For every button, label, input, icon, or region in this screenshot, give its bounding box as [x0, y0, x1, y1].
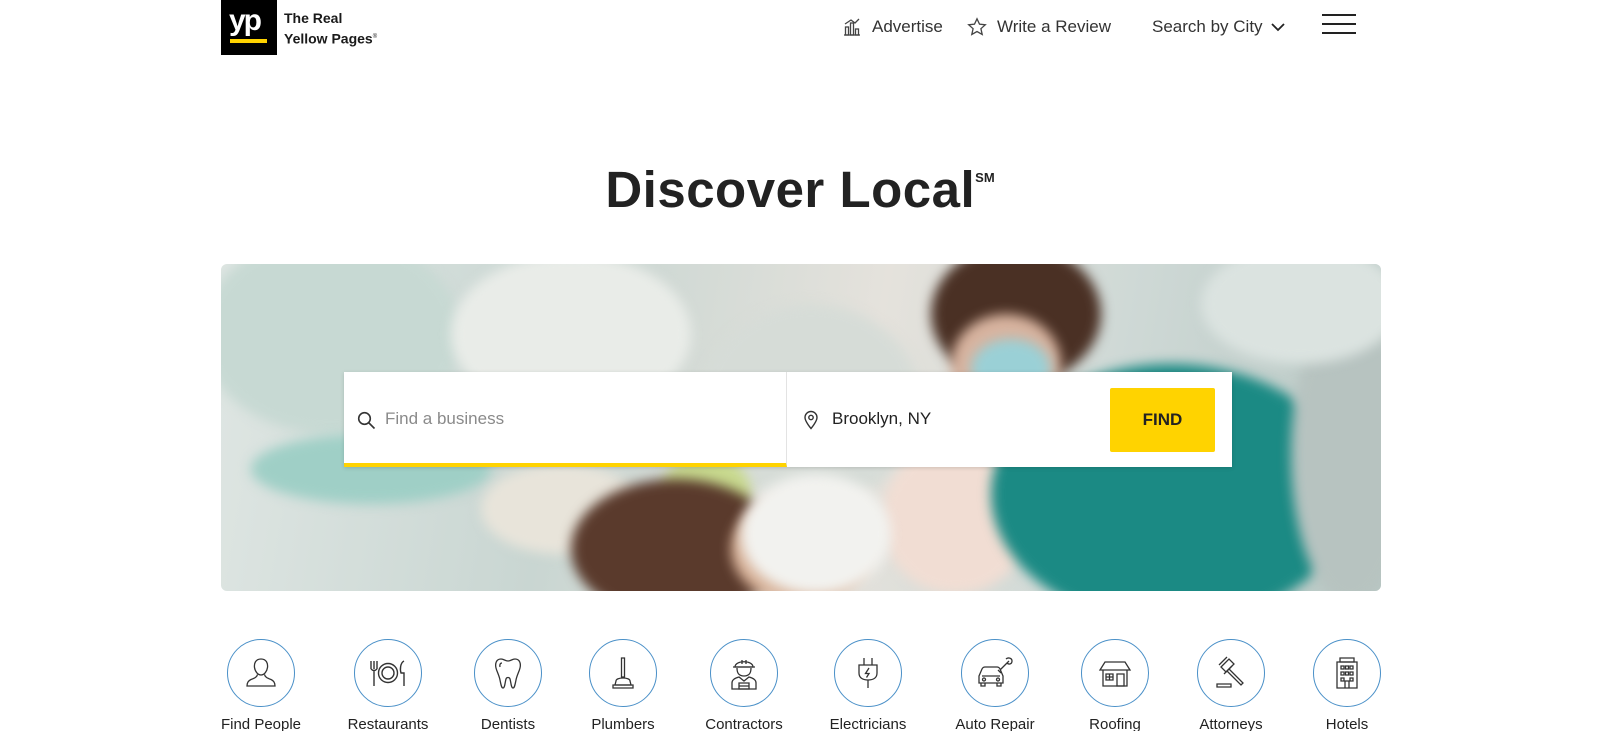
house-roof-icon — [1098, 661, 1132, 687]
brand-name[interactable]: The Real Yellow Pages® — [284, 9, 377, 49]
category-contractors[interactable]: Contractors — [689, 639, 799, 731]
worker-hardhat-icon — [731, 660, 757, 690]
star-icon — [967, 17, 987, 36]
category-label: Hotels — [1325, 716, 1369, 731]
hamburger-menu-icon[interactable] — [1322, 14, 1356, 36]
person-icon — [246, 658, 276, 687]
location-input[interactable] — [832, 402, 1102, 436]
category-electricians[interactable]: Electricians — [813, 639, 923, 731]
plunger-icon — [612, 657, 634, 689]
service-mark: SM — [975, 170, 995, 185]
tooth-icon — [495, 658, 521, 689]
plug-icon — [858, 658, 878, 688]
category-roofing[interactable]: Roofing — [1060, 639, 1170, 731]
category-label: Restaurants — [347, 716, 429, 731]
category-plumbers[interactable]: Plumbers — [568, 639, 678, 731]
brand-registered-mark: ® — [372, 34, 378, 40]
category-label: Plumbers — [591, 716, 655, 731]
search-what-field[interactable] — [344, 372, 787, 467]
category-shortcuts: Find People Restaurants Dentists Plumber… — [0, 639, 1600, 731]
find-button[interactable]: FIND — [1110, 388, 1215, 452]
hotel-building-icon — [1336, 657, 1358, 689]
plate-utensils-icon — [370, 660, 405, 686]
chevron-down-icon — [1270, 23, 1285, 32]
category-label: Contractors — [705, 716, 783, 731]
gavel-icon — [1216, 656, 1244, 688]
category-label: Find People — [220, 716, 302, 731]
category-label: Electricians — [829, 716, 907, 731]
bar-chart-icon — [844, 18, 860, 36]
brand-line-1: The Real — [284, 10, 343, 26]
category-label: Dentists — [480, 716, 536, 731]
logo-underline — [230, 39, 267, 43]
nav-advertise-link[interactable]: Advertise — [842, 0, 943, 54]
category-hotels[interactable]: Hotels — [1292, 639, 1402, 731]
brand-line-2: Yellow Pages® — [284, 30, 378, 47]
nav-advertise-label: Advertise — [872, 17, 943, 36]
yp-logo[interactable]: yp — [221, 0, 277, 55]
category-label: Auto Repair — [955, 716, 1035, 731]
logo-text: yp — [229, 4, 262, 37]
nav-write-review-link[interactable]: Write a Review — [967, 0, 1111, 54]
category-label: Attorneys — [1199, 716, 1263, 731]
location-pin-icon — [804, 410, 818, 430]
nav-search-by-city-dropdown[interactable]: Search by City — [1152, 0, 1285, 54]
find-business-input[interactable] — [385, 402, 765, 436]
category-label: Roofing — [1089, 716, 1141, 731]
nav-search-by-city-label: Search by City — [1152, 17, 1263, 36]
car-wrench-icon — [978, 657, 1013, 687]
category-attorneys[interactable]: Attorneys — [1176, 639, 1286, 731]
category-dentists[interactable]: Dentists — [453, 639, 563, 731]
page-title: Discover LocalSM — [605, 161, 995, 218]
category-restaurants[interactable]: Restaurants — [333, 639, 443, 731]
category-auto-repair[interactable]: Auto Repair — [940, 639, 1050, 731]
search-bar: FIND — [344, 372, 1232, 467]
category-find-people[interactable]: Find People — [206, 639, 316, 731]
search-icon — [357, 411, 376, 430]
nav-write-review-label: Write a Review — [997, 17, 1111, 36]
